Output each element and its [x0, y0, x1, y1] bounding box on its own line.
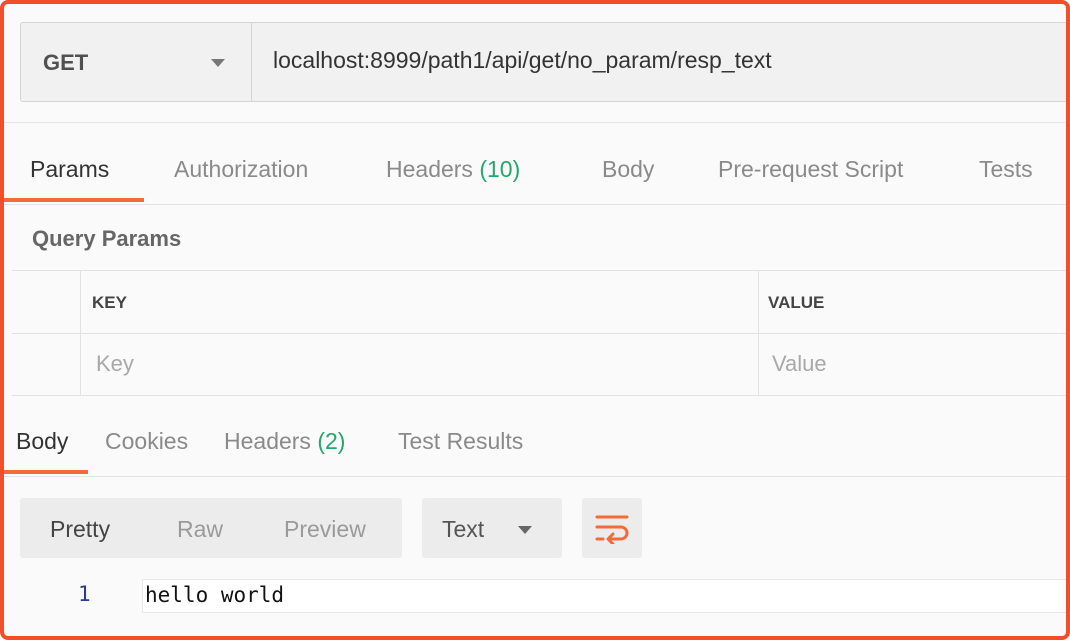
- divider: [4, 476, 1066, 477]
- response-tab-cookies[interactable]: Cookies: [105, 428, 188, 455]
- tab-headers-label: Headers: [386, 156, 473, 182]
- response-type-select[interactable]: Text: [422, 498, 562, 558]
- response-tab-body[interactable]: Body: [16, 428, 68, 455]
- response-tab-headers[interactable]: Headers (2): [224, 428, 345, 455]
- pretty-button[interactable]: Pretty: [50, 516, 110, 543]
- chevron-down-icon: [518, 526, 532, 534]
- chevron-down-icon: [211, 59, 225, 67]
- raw-button[interactable]: Raw: [177, 516, 223, 543]
- tab-headers[interactable]: Headers (10): [386, 156, 520, 183]
- format-toggle-group: Pretty Raw Preview: [20, 498, 402, 558]
- line-number: 1: [78, 582, 91, 606]
- divider: [4, 204, 1066, 205]
- tab-pre-request-script[interactable]: Pre-request Script: [718, 156, 903, 183]
- key-column-header: KEY: [92, 293, 127, 312]
- app-window: GET Params Authorization Headers (10) Bo…: [0, 0, 1070, 640]
- row-divider: [12, 333, 1066, 334]
- active-tab-indicator: [4, 198, 144, 202]
- url-input[interactable]: [273, 47, 1053, 74]
- key-input[interactable]: Key: [96, 351, 134, 377]
- response-headers-count-badge: (2): [317, 428, 346, 454]
- tab-tests[interactable]: Tests: [979, 156, 1033, 183]
- query-params-table: KEY VALUE Key Value: [12, 270, 1066, 396]
- value-input[interactable]: Value: [772, 351, 827, 377]
- url-bar: GET: [20, 22, 1066, 102]
- response-tab-test-results[interactable]: Test Results: [398, 428, 523, 455]
- divider: [4, 122, 1066, 123]
- query-params-title: Query Params: [32, 226, 182, 251]
- response-body-line: hello world: [142, 579, 1066, 613]
- preview-button[interactable]: Preview: [284, 516, 366, 543]
- wrap-lines-icon: [595, 515, 629, 544]
- method-select[interactable]: GET: [21, 23, 252, 101]
- response-type-label: Text: [442, 516, 485, 542]
- value-column-header: VALUE: [768, 293, 825, 312]
- method-label: GET: [43, 50, 89, 75]
- response-body-text: hello world: [145, 583, 285, 607]
- wrap-lines-button[interactable]: [582, 498, 642, 558]
- headers-count-badge: (10): [479, 156, 521, 182]
- tab-authorization[interactable]: Authorization: [174, 156, 308, 183]
- active-response-tab-indicator: [4, 470, 88, 474]
- tab-params[interactable]: Params: [30, 156, 109, 183]
- tab-body[interactable]: Body: [602, 156, 654, 183]
- response-tab-headers-label: Headers: [224, 428, 311, 454]
